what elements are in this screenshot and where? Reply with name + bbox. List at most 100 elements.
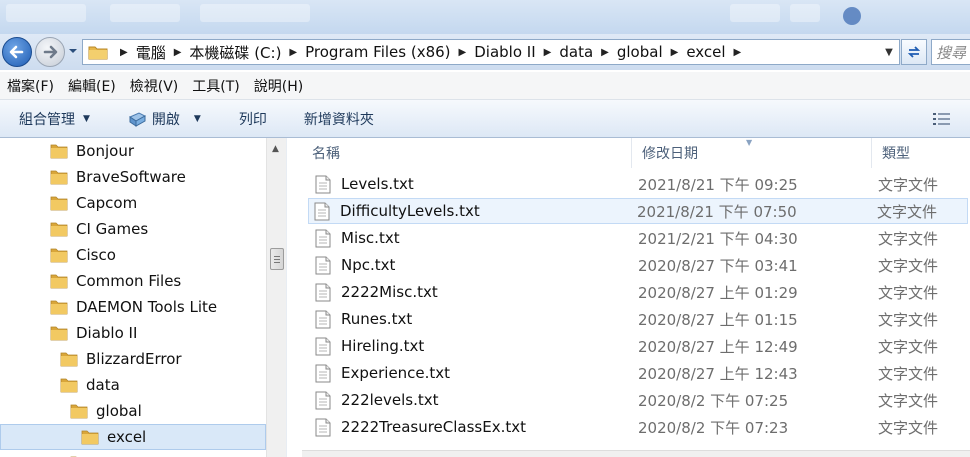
- print-button[interactable]: 列印: [239, 109, 267, 129]
- folder-icon: [50, 300, 68, 315]
- tree-item-data[interactable]: data: [60, 372, 120, 398]
- refresh-button[interactable]: [901, 39, 927, 65]
- tree-item-common-files[interactable]: Common Files: [50, 268, 181, 294]
- command-bar: 組合管理 ▼ 開啟 ▼ 列印 新增資料夾: [0, 100, 970, 138]
- menu-item[interactable]: 檔案(F): [0, 76, 61, 96]
- file-type: 文字文件: [878, 364, 939, 383]
- tree-item-daemon-tools-lite[interactable]: DAEMON Tools Lite: [50, 294, 217, 320]
- file-row[interactable]: Runes.txt 2020/8/27 上午 01:15 文字文件: [310, 306, 970, 332]
- folder-icon: [50, 196, 68, 211]
- help-icon[interactable]: [843, 7, 861, 25]
- tree-item-diablo-ii[interactable]: Diablo II: [50, 320, 137, 346]
- breadcrumb-item[interactable]: 本機磁碟 (C:): [189, 42, 281, 63]
- file-name: Experience.txt: [341, 364, 451, 382]
- tree-item-excel[interactable]: excel: [0, 424, 266, 450]
- tree-item-bravesoftware[interactable]: BraveSoftware: [50, 164, 186, 190]
- folder-icon: [50, 144, 68, 159]
- search-input[interactable]: 搜尋: [931, 39, 970, 65]
- blurred-tab: [790, 4, 820, 22]
- file-date: 2020/8/27 上午 12:49: [638, 337, 798, 356]
- file-type: 文字文件: [878, 229, 939, 248]
- file-row[interactable]: Experience.txt 2020/8/27 上午 12:43 文字文件: [310, 360, 970, 386]
- folder-icon: [50, 222, 68, 237]
- file-date: 2021/8/21 下午 07:50: [637, 202, 797, 221]
- folder-icon: [50, 274, 68, 289]
- tree-item-blizzarderror[interactable]: BlizzardError: [60, 346, 182, 372]
- view-options-icon[interactable]: [932, 111, 952, 127]
- file-date: 2021/8/21 下午 09:25: [638, 175, 798, 194]
- caret-down-icon: ▼: [83, 113, 90, 124]
- file-row[interactable]: Npc.txt 2020/8/27 下午 03:41 文字文件: [310, 252, 970, 278]
- file-row[interactable]: 2222TreasureClassEx.txt 2020/8/2 下午 07:23…: [310, 414, 970, 440]
- file-row[interactable]: 2222Misc.txt 2020/8/27 上午 01:29 文字文件: [310, 279, 970, 305]
- organize-button[interactable]: 組合管理 ▼: [19, 109, 90, 129]
- breadcrumb-item[interactable]: global: [617, 43, 663, 61]
- file-list: 名稱 ▼ 修改日期 類型 Levels.txt 2021/8/21 下午 09:2…: [302, 138, 970, 457]
- breadcrumb-item[interactable]: excel: [686, 43, 725, 61]
- tree-scrollbar[interactable]: ▲: [266, 138, 286, 457]
- breadcrumb-item[interactable]: 電腦: [136, 42, 166, 63]
- breadcrumb-separator-icon[interactable]: ▶: [601, 47, 609, 58]
- forward-button[interactable]: [35, 37, 65, 67]
- breadcrumb-item[interactable]: Diablo II: [474, 43, 535, 61]
- file-row[interactable]: 222levels.txt 2020/8/2 下午 07:25 文字文件: [310, 387, 970, 413]
- new-folder-button[interactable]: 新增資料夾: [304, 109, 374, 129]
- tree-item-label: Cisco: [76, 246, 116, 264]
- pane-splitter[interactable]: [286, 138, 302, 457]
- column-header-type[interactable]: 類型: [872, 138, 970, 168]
- tree-item-partial[interactable]: [70, 450, 96, 457]
- tree-item-ci-games[interactable]: CI Games: [50, 216, 148, 242]
- tree-item-label: BlizzardError: [86, 350, 182, 368]
- folder-icon: [60, 352, 78, 367]
- file-name: Hireling.txt: [341, 337, 425, 355]
- column-header-name[interactable]: 名稱: [302, 138, 632, 168]
- text-file-icon: [315, 418, 331, 436]
- tree-item-label: Common Files: [76, 272, 182, 290]
- menu-bar: 檔案(F) 編輯(E) 檢視(V) 工具(T) 說明(H): [0, 72, 970, 100]
- folder-icon: [50, 170, 68, 185]
- address-row: ▶ 電腦 ▶ 本機磁碟 (C:) ▶ Program Files (x86) ▶ Diablo…: [0, 34, 970, 70]
- open-button[interactable]: 開啟 ▼: [128, 109, 201, 129]
- breadcrumb-separator-icon[interactable]: ▶: [289, 47, 297, 58]
- breadcrumb-item[interactable]: data: [559, 43, 593, 61]
- horizontal-scrollbar[interactable]: [302, 450, 970, 457]
- address-dropdown-button[interactable]: ▼: [879, 40, 899, 64]
- menu-item[interactable]: 檢視(V): [123, 76, 186, 96]
- breadcrumb-separator-icon[interactable]: ▶: [459, 47, 467, 58]
- breadcrumb-separator-icon[interactable]: ▶: [120, 47, 128, 58]
- open-label: 開啟: [151, 111, 180, 128]
- breadcrumb-separator-icon[interactable]: ▶: [544, 47, 552, 58]
- menu-item[interactable]: 編輯(E): [61, 76, 123, 96]
- breadcrumb-separator-icon[interactable]: ▶: [174, 47, 182, 58]
- scroll-up-icon[interactable]: ▲: [272, 144, 279, 154]
- text-file-icon: [315, 310, 331, 328]
- back-button[interactable]: [2, 37, 32, 67]
- file-row[interactable]: Levels.txt 2021/8/21 下午 09:25 文字文件: [310, 171, 970, 197]
- file-row[interactable]: Misc.txt 2021/2/21 下午 04:30 文字文件: [310, 225, 970, 251]
- file-row[interactable]: Hireling.txt 2020/8/27 上午 12:49 文字文件: [310, 333, 970, 359]
- text-file-icon: [315, 175, 331, 193]
- menu-item[interactable]: 說明(H): [247, 76, 310, 96]
- tree-item-bonjour[interactable]: Bonjour: [50, 138, 134, 164]
- recent-pages-icon[interactable]: [68, 46, 78, 56]
- column-header-date[interactable]: 修改日期: [632, 138, 872, 168]
- file-name: Levels.txt: [341, 175, 414, 193]
- file-date: 2020/8/2 下午 07:25: [638, 391, 789, 410]
- file-date: 2020/8/2 下午 07:23: [638, 418, 789, 437]
- breadcrumb-separator-icon[interactable]: ▶: [671, 47, 679, 58]
- tree-item-capcom[interactable]: Capcom: [50, 190, 137, 216]
- text-file-icon: [315, 229, 331, 247]
- menu-item[interactable]: 工具(T): [185, 76, 246, 96]
- tree-item-cisco[interactable]: Cisco: [50, 242, 116, 268]
- address-bar[interactable]: ▶ 電腦 ▶ 本機磁碟 (C:) ▶ Program Files (x86) ▶ Diablo…: [82, 39, 900, 65]
- breadcrumb-item[interactable]: Program Files (x86): [305, 43, 450, 61]
- breadcrumb-separator-icon[interactable]: ▶: [734, 47, 742, 58]
- folder-icon: [81, 430, 99, 445]
- notepad-icon: [128, 111, 146, 127]
- file-row[interactable]: DifficultyLevels.txt 2021/8/21 下午 07:50 文字…: [308, 198, 968, 224]
- new-folder-label: 新增資料夾: [303, 111, 374, 128]
- tree-item-label: Bonjour: [76, 142, 134, 160]
- tree-item-global[interactable]: global: [70, 398, 142, 424]
- scroll-thumb[interactable]: [270, 248, 284, 270]
- organize-label: 組合管理: [19, 111, 75, 128]
